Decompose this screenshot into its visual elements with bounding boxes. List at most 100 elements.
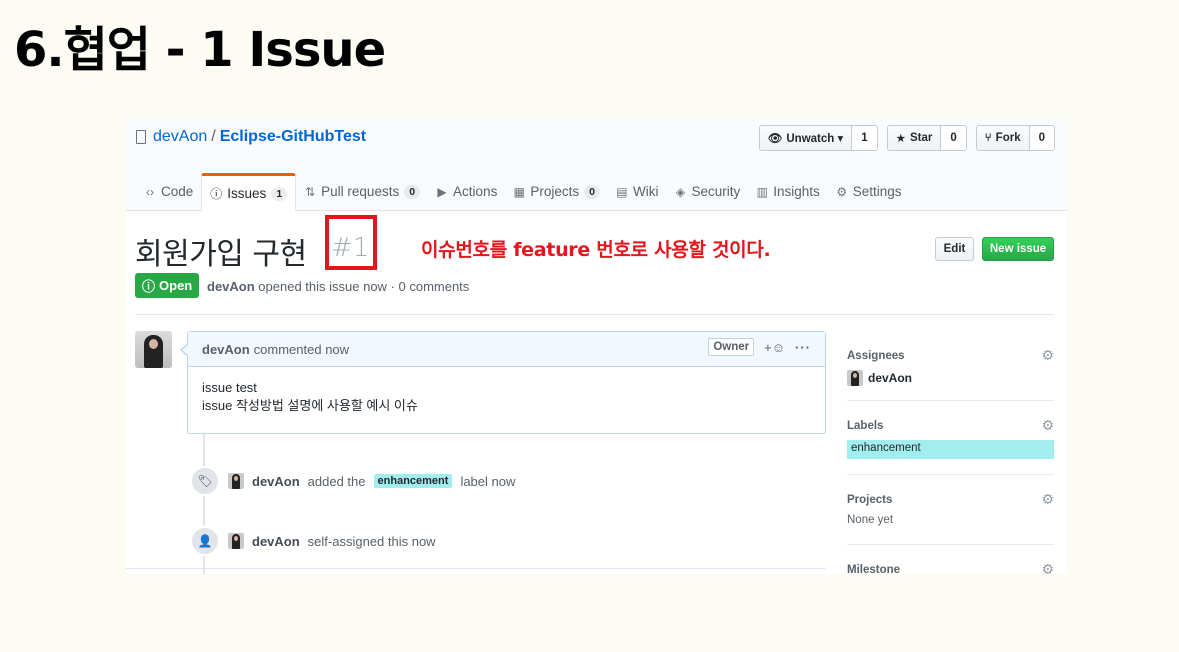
sidebar-heading: Projects: [847, 493, 893, 506]
person-icon: 👤: [190, 526, 220, 556]
tab-issues[interactable]: ⓘ Issues 1: [201, 173, 297, 211]
eye-icon: 👁: [767, 133, 783, 145]
issue-title: 회원가입 구현: [135, 237, 307, 272]
event-text: self-assigned this now: [307, 533, 436, 549]
repo-owner-link[interactable]: devAon: [153, 128, 207, 146]
status-badge: ⓘ Open: [135, 273, 200, 298]
tab-projects[interactable]: ▦ Projects 0: [505, 173, 608, 210]
tab-label: Insights: [773, 184, 820, 199]
assignee[interactable]: devAon: [847, 370, 1054, 386]
project-icon: ▦: [513, 184, 525, 199]
tab-counter: 0: [404, 184, 421, 199]
label-enhancement[interactable]: enhancement: [847, 440, 1054, 459]
fork-button-group: ⑂ Fork 0: [975, 125, 1055, 151]
issue-opened-icon: ⓘ: [142, 279, 156, 294]
tab-label: Projects: [530, 184, 580, 199]
owner-badge: Owner: [708, 338, 755, 356]
tab-settings[interactable]: ⚙ Settings: [828, 173, 910, 210]
timeline-event-label: 🏷 devAon added the enhancement label now: [190, 466, 515, 496]
star-button[interactable]: ★ Star: [887, 126, 942, 150]
tab-label: Settings: [852, 184, 902, 199]
sidebar-assignees: Assignees ⚙ devAon: [847, 331, 1054, 401]
avatar[interactable]: [228, 473, 244, 489]
divider: [126, 568, 826, 569]
tab-wiki[interactable]: ▤ Wiki: [608, 173, 667, 210]
fork-count[interactable]: 0: [1029, 126, 1054, 150]
label-enhancement[interactable]: enhancement: [373, 474, 453, 488]
sidebar-heading: Labels: [847, 419, 884, 432]
slide-title: 6.협업 - 1 Issue: [14, 22, 386, 78]
event-text: label now: [460, 473, 516, 489]
watch-button-group: 👁 Unwatch ▾ 1: [758, 125, 878, 151]
tab-code[interactable]: ‹› Code: [136, 173, 201, 210]
assignee-name: devAon: [868, 371, 913, 385]
sidebar-labels: Labels ⚙ enhancement: [847, 401, 1054, 475]
highlight-box: [325, 215, 377, 270]
star-icon: ★: [895, 133, 906, 145]
issue-opened-icon: ⓘ: [210, 187, 223, 201]
tab-insights[interactable]: ▥ Insights: [748, 173, 828, 210]
avatar[interactable]: [228, 533, 244, 549]
tab-label: Issues: [227, 186, 267, 201]
sidebar-milestone: Milestone ⚙: [847, 545, 1054, 574]
avatar[interactable]: [135, 331, 172, 368]
author-link[interactable]: devAon: [207, 279, 255, 294]
gear-icon: ⚙: [836, 184, 848, 199]
issue-sidebar: Assignees ⚙ devAon Labels ⚙ enhancement …: [847, 331, 1054, 574]
tab-label: Code: [161, 184, 194, 199]
status-label: Open: [159, 278, 193, 293]
tab-actions[interactable]: ▶ Actions: [428, 173, 505, 210]
watch-count[interactable]: 1: [852, 126, 877, 150]
comment-line: issue 작성방법 설명에 사용할 예시 이슈: [202, 398, 418, 413]
sidebar-heading: Milestone: [847, 563, 901, 575]
issue-meta: devAon opened this issue now · 0 comment…: [207, 279, 469, 294]
annotation-text: 이슈번호를 feature 번호로 사용할 것이다.: [421, 239, 771, 261]
sidebar-heading: Assignees: [847, 349, 905, 362]
pull-request-icon: ⇅: [305, 184, 316, 199]
add-reaction-icon[interactable]: +☺: [764, 340, 785, 355]
github-screenshot: devAon / Eclipse-GitHubTest 👁 Unwatch ▾ …: [126, 119, 1067, 574]
sidebar-projects: Projects ⚙ None yet: [847, 475, 1054, 545]
play-icon: ▶: [437, 184, 447, 199]
gear-icon[interactable]: ⚙: [1041, 491, 1054, 508]
edit-button[interactable]: Edit: [935, 237, 974, 261]
tab-counter: 0: [584, 184, 600, 199]
event-text: added the: [307, 473, 366, 489]
fork-label: Fork: [995, 132, 1021, 144]
gear-icon[interactable]: ⚙: [1041, 561, 1054, 574]
repo-tabs: ‹› Code ⓘ Issues 1 ⇅ Pull requests 0 ▶ A…: [136, 173, 910, 211]
gear-icon[interactable]: ⚙: [1041, 417, 1054, 434]
event-author-link[interactable]: devAon: [252, 534, 300, 549]
repo-name-link[interactable]: Eclipse-GitHubTest: [220, 128, 366, 146]
shield-icon: ◈: [675, 184, 686, 199]
event-author-link[interactable]: devAon: [252, 474, 300, 489]
star-count[interactable]: 0: [941, 126, 966, 150]
tab-label: Security: [691, 184, 741, 199]
tab-security[interactable]: ◈ Security: [666, 173, 748, 210]
repo-title: devAon / Eclipse-GitHubTest: [136, 128, 366, 146]
comment-box: devAon commented now Owner +☺ ··· issue …: [180, 331, 826, 434]
tab-label: Actions: [453, 184, 498, 199]
star-label: Star: [909, 132, 933, 144]
comment-author-link[interactable]: devAon: [202, 342, 250, 357]
gear-icon[interactable]: ⚙: [1041, 347, 1054, 364]
new-issue-button[interactable]: New issue: [982, 237, 1054, 261]
unwatch-label: Unwatch ▾: [786, 133, 844, 145]
tag-icon: 🏷: [190, 466, 220, 496]
repo-header: devAon / Eclipse-GitHubTest 👁 Unwatch ▾ …: [126, 119, 1067, 211]
star-button-group: ★ Star 0: [886, 125, 967, 151]
repo-separator: /: [211, 128, 216, 145]
tab-pull-requests[interactable]: ⇅ Pull requests 0: [296, 173, 428, 210]
avatar: [847, 370, 863, 386]
tab-label: Wiki: [632, 184, 659, 199]
more-options-icon[interactable]: ···: [795, 340, 811, 355]
fork-icon: ⑂: [984, 132, 992, 144]
fork-button[interactable]: ⑂ Fork: [976, 126, 1030, 150]
unwatch-button[interactable]: 👁 Unwatch ▾: [759, 126, 853, 150]
comment-line: issue test: [202, 380, 257, 395]
divider: [135, 314, 1054, 315]
comment-header: devAon commented now Owner +☺ ···: [188, 332, 825, 367]
tab-counter: 1: [271, 186, 288, 201]
graph-icon: ▥: [756, 184, 768, 199]
meta-text: opened this issue now · 0 comments: [258, 279, 470, 294]
